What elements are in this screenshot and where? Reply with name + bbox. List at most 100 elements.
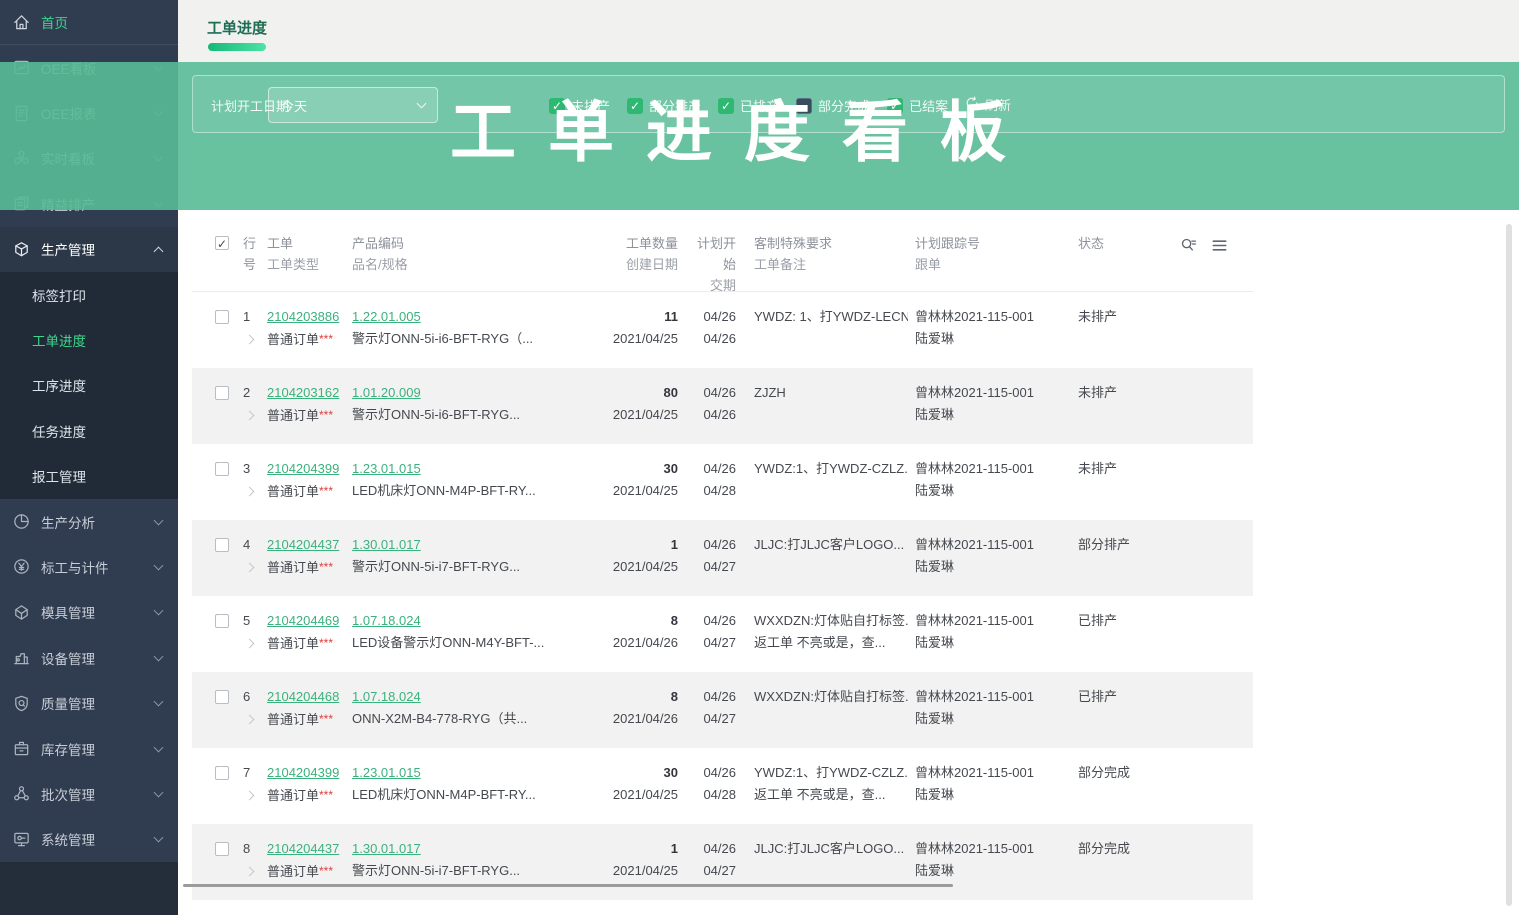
expand-chevron-icon[interactable] xyxy=(244,562,255,573)
order-stars: *** xyxy=(319,864,334,878)
batch-icon xyxy=(11,784,32,804)
vertical-scrollbar[interactable] xyxy=(1506,224,1512,906)
sidebar-subitem-4[interactable]: 报工管理 xyxy=(0,454,178,499)
chevron-down-icon xyxy=(153,787,164,798)
expand-chevron-icon[interactable] xyxy=(244,866,255,877)
header-tracking: 计划跟踪号 跟单 xyxy=(915,236,981,272)
special-requirement: YWDZ:1、打YWDZ-CZLZ... xyxy=(754,765,908,780)
created-date: 2021/04/25 xyxy=(612,787,678,802)
product-code-link[interactable]: 1.23.01.015 xyxy=(352,765,421,780)
row-checkbox[interactable] xyxy=(215,766,229,780)
sidebar-item-label: 系统管理 xyxy=(41,833,95,849)
product-code-link[interactable]: 1.22.01.005 xyxy=(352,309,421,324)
row-checkbox[interactable] xyxy=(215,842,229,856)
order-number-link[interactable]: 2104204399 xyxy=(267,765,339,780)
special-requirement: JLJC:打JLJC客户LOGO... xyxy=(754,537,905,552)
sidebar-item-1[interactable]: 标工与计件 xyxy=(0,544,178,589)
select-all-checkbox[interactable] xyxy=(215,234,229,255)
order-quantity: 30 xyxy=(663,765,678,780)
sidebar-item-4[interactable]: 质量管理 xyxy=(0,680,178,725)
tracking-number: 曾林林2021-115-001 xyxy=(915,309,1034,324)
sidebar-footer xyxy=(0,862,178,915)
follower-name: 陆爱琳 xyxy=(915,331,955,346)
sidebar-item-home[interactable]: 首页 xyxy=(0,0,178,45)
product-name: 警示灯ONN-5i-i6-BFT-RYG... xyxy=(352,407,521,422)
row-number: 8 xyxy=(243,841,251,856)
row-checkbox[interactable] xyxy=(215,690,229,704)
sidebar-subitem-0[interactable]: 标签打印 xyxy=(0,272,178,317)
table-row: 2 2104203162 普通订单*** 1.01.20.009 警示灯ONN-… xyxy=(192,368,1505,444)
order-number-link[interactable]: 2104204437 xyxy=(267,841,339,856)
sidebar-item-5[interactable]: 库存管理 xyxy=(0,726,178,771)
order-stars: *** xyxy=(319,560,334,574)
created-date: 2021/04/25 xyxy=(612,407,678,422)
row-checkbox[interactable] xyxy=(215,386,229,400)
filter-search-icon[interactable] xyxy=(1179,236,1198,260)
due-date: 04/26 xyxy=(703,331,736,346)
sidebar-subitem-3[interactable]: 任务进度 xyxy=(0,408,178,453)
follower-name: 陆爱琳 xyxy=(915,635,955,650)
product-code-link[interactable]: 1.30.01.017 xyxy=(352,537,421,552)
sidebar-item-3[interactable]: 设备管理 xyxy=(0,635,178,680)
follower-name: 陆爱琳 xyxy=(915,407,955,422)
order-number-link[interactable]: 2104204399 xyxy=(267,461,339,476)
product-code-link[interactable]: 1.30.01.017 xyxy=(352,841,421,856)
date-range-select[interactable]: 今天 xyxy=(268,87,438,123)
product-code-link[interactable]: 1.01.20.009 xyxy=(352,385,421,400)
order-number-link[interactable]: 2104204437 xyxy=(267,537,339,552)
sidebar-item-label: 批次管理 xyxy=(41,787,95,803)
row-checkbox[interactable] xyxy=(215,310,229,324)
sidebar-item-0[interactable]: 生产分析 xyxy=(0,499,178,544)
status-text: 未排产 xyxy=(1078,461,1118,476)
date-range-value: 今天 xyxy=(281,98,308,114)
sidebar-item-2[interactable]: 模具管理 xyxy=(0,590,178,635)
expand-chevron-icon[interactable] xyxy=(244,486,255,497)
row-checkbox[interactable] xyxy=(215,462,229,476)
sidebar-item-production-management[interactable]: 生产管理 xyxy=(0,226,178,272)
product-code-link[interactable]: 1.23.01.015 xyxy=(352,461,421,476)
special-requirement: ZJZH xyxy=(754,385,786,400)
expand-chevron-icon[interactable] xyxy=(244,790,255,801)
horizontal-scrollbar[interactable] xyxy=(183,884,953,887)
product-name: 警示灯ONN-5i-i6-BFT-RYG（... xyxy=(352,331,534,346)
expand-chevron-icon[interactable] xyxy=(244,638,255,649)
chevron-down-icon xyxy=(153,832,164,843)
order-type: 普通订单 xyxy=(267,408,320,423)
order-number-link[interactable]: 2104204469 xyxy=(267,613,339,628)
order-note: 返工单 不亮或是，查... xyxy=(754,787,886,802)
sidebar-subitem-2[interactable]: 工序进度 xyxy=(0,363,178,408)
sidebar-subitem-1[interactable]: 工单进度 xyxy=(0,317,178,362)
expand-chevron-icon[interactable] xyxy=(244,410,255,421)
sidebar-item-label: 生产分析 xyxy=(41,515,95,531)
row-number: 6 xyxy=(243,689,251,704)
special-requirement: JLJC:打JLJC客户LOGO... xyxy=(754,841,905,856)
status-text: 未排产 xyxy=(1078,309,1118,324)
quality-icon xyxy=(11,693,32,713)
due-date: 04/27 xyxy=(703,711,736,726)
table-row: 8 2104204437 普通订单*** 1.30.01.017 警示灯ONN-… xyxy=(192,824,1505,900)
column-menu-icon[interactable] xyxy=(1210,236,1229,260)
tab-work-order-progress[interactable]: 工单进度 xyxy=(207,17,267,51)
order-number-link[interactable]: 2104203886 xyxy=(267,309,339,324)
row-checkbox[interactable] xyxy=(215,538,229,552)
expand-chevron-icon[interactable] xyxy=(244,714,255,725)
sidebar-subitem-label: 报工管理 xyxy=(32,470,86,486)
expand-chevron-icon[interactable] xyxy=(244,334,255,345)
product-code-link[interactable]: 1.07.18.024 xyxy=(352,613,421,628)
order-number-link[interactable]: 2104203162 xyxy=(267,385,339,400)
order-number-link[interactable]: 2104204468 xyxy=(267,689,339,704)
status-text: 未排产 xyxy=(1078,385,1118,400)
order-stars: *** xyxy=(319,484,334,498)
product-code-link[interactable]: 1.07.18.024 xyxy=(352,689,421,704)
sidebar-subitem-label: 标签打印 xyxy=(32,288,86,304)
system-icon xyxy=(11,829,32,849)
row-checkbox[interactable] xyxy=(215,614,229,628)
watermark-overlay: 计划开工日期 今天 ✓ 未排产 ✓ 部分排产 ✓ 已排产 ✓ 部分完成 ✓ 已结… xyxy=(0,62,1519,210)
due-date: 04/27 xyxy=(703,635,736,650)
status-text: 部分完成 xyxy=(1078,841,1131,856)
chevron-up-icon xyxy=(153,246,164,257)
follower-name: 陆爱琳 xyxy=(915,559,955,574)
sidebar-item-6[interactable]: 批次管理 xyxy=(0,771,178,816)
sidebar-submenu: 标签打印 工单进度 工序进度 任务进度 报工管理 xyxy=(0,271,178,499)
sidebar-item-7[interactable]: 系统管理 xyxy=(0,817,178,862)
